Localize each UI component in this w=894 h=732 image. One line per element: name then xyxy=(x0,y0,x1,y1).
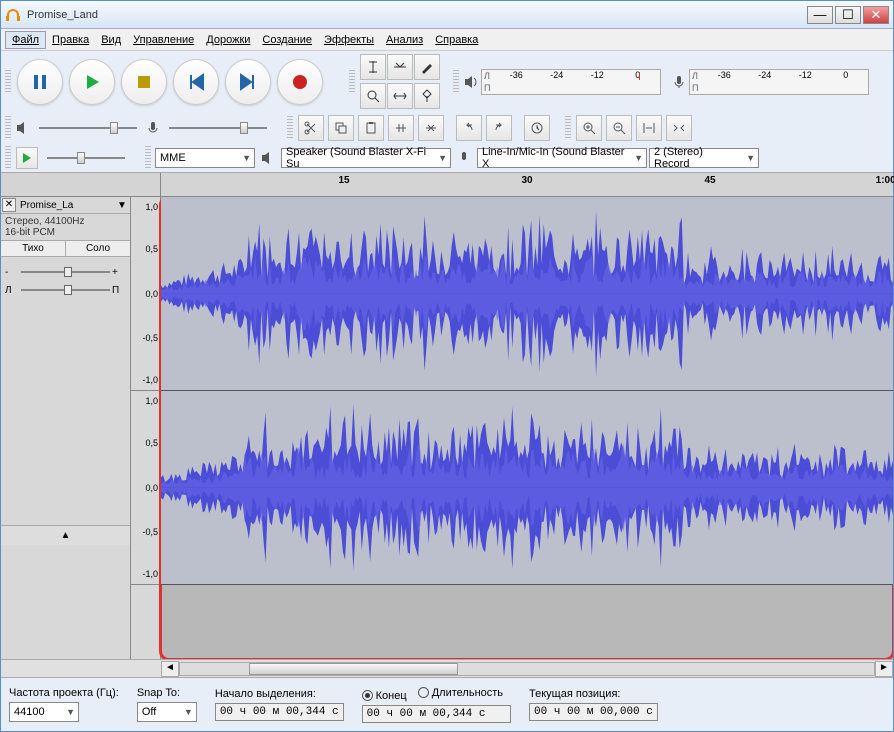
sel-length-radio[interactable]: Длительность xyxy=(418,687,503,699)
output-device-dropdown[interactable]: Speaker (Sound Blaster X-Fi Su xyxy=(281,148,451,168)
play-at-speed-button[interactable] xyxy=(16,147,38,169)
cut-button[interactable] xyxy=(298,115,324,141)
project-rate-dropdown[interactable]: 44100 xyxy=(9,702,79,722)
envelope-tool[interactable] xyxy=(387,54,413,80)
menu-effects[interactable]: Эффекты xyxy=(318,32,380,48)
statusbar: Частота проекта (Гц): 44100 Snap To: Off… xyxy=(1,677,893,731)
playback-meter[interactable]: Л П -36 -24 -12 0 xyxy=(481,69,661,95)
draw-tool[interactable] xyxy=(414,54,440,80)
app-icon xyxy=(5,7,21,23)
trim-button[interactable] xyxy=(388,115,414,141)
zoom-in-button[interactable] xyxy=(576,115,602,141)
sel-end-radio[interactable]: Конец xyxy=(362,690,407,702)
play-button[interactable] xyxy=(69,59,115,105)
speaker-icon xyxy=(15,120,31,136)
copy-button[interactable] xyxy=(328,115,354,141)
speed-slider[interactable] xyxy=(41,148,131,168)
record-button[interactable] xyxy=(277,59,323,105)
snap-dropdown[interactable]: Off xyxy=(137,702,197,722)
selection-tool[interactable] xyxy=(360,54,386,80)
toolbar-grip[interactable] xyxy=(565,116,571,140)
amplitude-ruler: 1,0 0,5 0,0 -0,5 -1,0 1,0 0,5 0,0 -0,5 -… xyxy=(131,197,161,659)
solo-button[interactable]: Соло xyxy=(66,241,130,256)
horizontal-scrollbar[interactable]: ◄ ► xyxy=(1,659,893,677)
rate-label: Частота проекта (Гц): xyxy=(9,687,119,699)
app-window: Promise_Land — ☐ ✕ Файл Правка Вид Управ… xyxy=(0,0,894,732)
playback-volume-slider[interactable] xyxy=(33,118,143,138)
redo-button[interactable] xyxy=(486,115,512,141)
scroll-thumb[interactable] xyxy=(249,663,457,675)
menu-analyze[interactable]: Анализ xyxy=(380,32,429,48)
fit-project-button[interactable] xyxy=(666,115,692,141)
zoom-out-button[interactable] xyxy=(606,115,632,141)
pan-slider[interactable] xyxy=(19,283,112,297)
zoom-tool[interactable] xyxy=(360,83,386,109)
toolbar-grip[interactable] xyxy=(453,70,459,94)
gain-slider[interactable] xyxy=(19,265,112,279)
record-meter[interactable]: Л П -36 -24 -12 0 xyxy=(689,69,869,95)
speaker-icon xyxy=(260,150,276,166)
waveform-canvas[interactable] xyxy=(161,197,893,659)
mic-icon xyxy=(671,74,687,90)
scroll-right-button[interactable]: ► xyxy=(875,661,893,677)
minimize-button[interactable]: — xyxy=(807,6,833,24)
scroll-left-button[interactable]: ◄ xyxy=(161,661,179,677)
track-control-panel: ✕ Promise_La ▼ Стерео, 44100Hz 16-bit PC… xyxy=(1,197,131,659)
toolbars: Л П -36 -24 -12 0 Л П -36 -24 -12 xyxy=(1,51,893,173)
sel-start-time[interactable]: 00 ч 00 м 00,344 с xyxy=(215,703,344,721)
channels-dropdown[interactable]: 2 (Stereo) Record xyxy=(649,148,759,168)
silence-button[interactable] xyxy=(418,115,444,141)
pause-button[interactable] xyxy=(17,59,63,105)
toolbar-grip[interactable] xyxy=(5,116,11,140)
mic-icon xyxy=(145,120,161,136)
close-button[interactable]: ✕ xyxy=(863,6,889,24)
timeline-ruler[interactable]: 15 30 45 1:00 xyxy=(1,173,893,197)
toolbar-grip[interactable] xyxy=(145,146,151,170)
titlebar: Promise_Land — ☐ ✕ xyxy=(1,1,893,29)
host-dropdown[interactable]: MME xyxy=(155,148,255,168)
fit-selection-button[interactable] xyxy=(636,115,662,141)
record-volume-slider[interactable] xyxy=(163,118,273,138)
track-area: ✕ Promise_La ▼ Стерео, 44100Hz 16-bit PC… xyxy=(1,197,893,659)
menu-file[interactable]: Файл xyxy=(5,31,46,49)
menu-generate[interactable]: Создание xyxy=(256,32,318,48)
menubar: Файл Правка Вид Управление Дорожки Созда… xyxy=(1,29,893,51)
toolbar-grip[interactable] xyxy=(287,116,293,140)
waveform-view: 1,0 0,5 0,0 -0,5 -1,0 1,0 0,5 0,0 -0,5 -… xyxy=(131,197,893,659)
paste-button[interactable] xyxy=(358,115,384,141)
maximize-button[interactable]: ☐ xyxy=(835,6,861,24)
mic-icon xyxy=(456,150,472,166)
skip-start-button[interactable] xyxy=(173,59,219,105)
track-close-button[interactable]: ✕ xyxy=(2,198,16,212)
toolbar-grip[interactable] xyxy=(349,70,355,94)
stop-button[interactable] xyxy=(121,59,167,105)
toolbar-grip[interactable] xyxy=(5,146,11,170)
waveform-left[interactable] xyxy=(161,197,893,391)
mute-button[interactable]: Тихо xyxy=(1,241,66,256)
menu-edit[interactable]: Правка xyxy=(46,32,95,48)
speaker-icon xyxy=(463,74,479,90)
input-device-dropdown[interactable]: Line-In/Mic-In (Sound Blaster X xyxy=(477,148,647,168)
sel-start-label: Начало выделения: xyxy=(215,688,344,700)
menu-tracks[interactable]: Дорожки xyxy=(200,32,256,48)
menu-view[interactable]: Вид xyxy=(95,32,127,48)
track-name[interactable]: Promise_La xyxy=(18,200,115,211)
timeshift-tool[interactable] xyxy=(387,83,413,109)
multi-tool[interactable] xyxy=(414,83,440,109)
waveform-right[interactable] xyxy=(161,391,893,585)
audio-position[interactable]: 00 ч 00 м 00,000 с xyxy=(529,703,658,721)
sync-lock-button[interactable] xyxy=(524,115,550,141)
snap-label: Snap To: xyxy=(137,687,197,699)
window-title: Promise_Land xyxy=(27,9,805,21)
menu-help[interactable]: Справка xyxy=(429,32,484,48)
track-menu-button[interactable]: ▼ xyxy=(115,200,129,211)
undo-button[interactable] xyxy=(456,115,482,141)
skip-end-button[interactable] xyxy=(225,59,271,105)
pos-label: Текущая позиция: xyxy=(529,688,658,700)
menu-control[interactable]: Управление xyxy=(127,32,200,48)
collapse-button[interactable]: ▲ xyxy=(1,525,130,545)
track-format: Стерео, 44100Hz 16-bit PCM xyxy=(1,214,130,240)
toolbar-grip[interactable] xyxy=(5,70,11,94)
sel-end-time[interactable]: 00 ч 00 м 00,344 с xyxy=(362,705,511,723)
